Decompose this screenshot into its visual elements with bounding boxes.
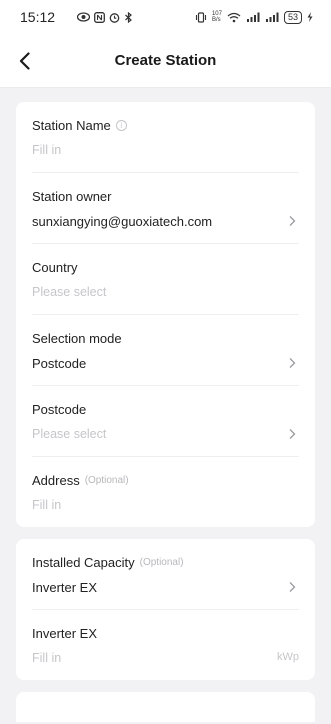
back-button[interactable]	[14, 51, 34, 71]
station-owner-value: sunxiangying@guoxiatech.com	[32, 213, 213, 229]
battery-indicator: 53	[283, 10, 302, 24]
status-time: 15:12	[20, 9, 56, 25]
optional-tag: (Optional)	[139, 557, 184, 568]
installed-capacity-value: Inverter EX	[32, 579, 98, 595]
country-row[interactable]: Country Please select	[32, 244, 299, 315]
postcode-select[interactable]: Please select	[32, 426, 299, 442]
page-title: Create Station	[114, 52, 217, 69]
capacity-card: Installed Capacity (Optional) Inverter E…	[16, 539, 315, 680]
signal-icon	[246, 12, 260, 22]
station-owner-row[interactable]: Station owner sunxiangying@guoxiatech.co…	[32, 173, 299, 244]
nfc-icon	[94, 11, 105, 23]
unit-label: kWp	[277, 651, 299, 663]
selection-mode-label: Selection mode	[32, 331, 122, 346]
selection-mode-value: Postcode	[32, 355, 87, 371]
inverter-ex-row[interactable]: Inverter EX Fill in kWp	[32, 610, 299, 680]
charging-icon	[307, 12, 313, 22]
status-right-icons: 107 B/s 53	[195, 10, 313, 24]
vibrate-icon	[195, 11, 207, 23]
installed-capacity-label: Installed Capacity (Optional)	[32, 555, 184, 570]
alarm-icon	[109, 12, 120, 23]
postcode-label: Postcode	[32, 402, 87, 417]
bluetooth-icon	[125, 11, 132, 23]
chevron-left-icon	[19, 51, 30, 70]
station-info-card: Station Name i Fill in Station owner sun…	[16, 102, 315, 527]
station-owner-label: Station owner	[32, 189, 112, 204]
wifi-icon	[227, 12, 241, 22]
chevron-right-icon	[289, 216, 296, 226]
station-name-row[interactable]: Station Name i Fill in	[32, 102, 299, 173]
signal-icon-2	[265, 12, 279, 22]
optional-tag: (Optional)	[84, 475, 129, 486]
status-bar: 15:12 107 B/s 53	[0, 0, 331, 34]
chevron-right-icon	[289, 429, 296, 439]
country-label: Country	[32, 260, 78, 275]
station-name-label: Station Name i	[32, 118, 299, 133]
chevron-right-icon	[289, 582, 296, 592]
next-card	[16, 692, 315, 722]
selection-mode-row[interactable]: Selection mode Postcode	[32, 315, 299, 386]
installed-capacity-row[interactable]: Installed Capacity (Optional) Inverter E…	[32, 539, 299, 610]
status-left-icons	[77, 11, 133, 23]
info-icon[interactable]: i	[115, 120, 127, 131]
form-content: Station Name i Fill in Station owner sun…	[0, 88, 331, 722]
inverter-ex-label: Inverter EX	[32, 626, 98, 641]
address-input[interactable]: Fill in	[32, 497, 299, 513]
postcode-row[interactable]: Postcode Please select	[32, 386, 299, 457]
nav-bar: Create Station	[0, 34, 331, 88]
chevron-right-icon	[289, 358, 296, 368]
address-label: Address (Optional)	[32, 473, 129, 488]
country-select[interactable]: Please select	[32, 284, 299, 300]
eye-icon	[77, 11, 91, 22]
address-row[interactable]: Address (Optional) Fill in	[32, 457, 299, 527]
network-speed: 107 B/s	[211, 11, 222, 23]
station-name-input[interactable]: Fill in	[32, 142, 299, 158]
inverter-ex-input[interactable]: Fill in	[32, 650, 299, 666]
